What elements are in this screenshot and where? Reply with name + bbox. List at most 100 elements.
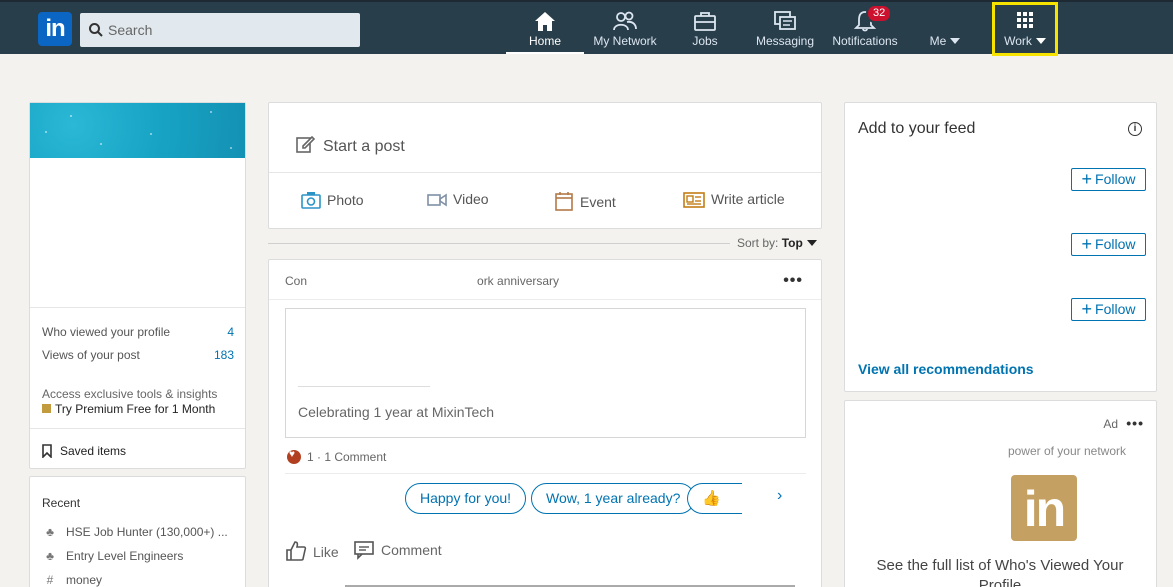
top-navbar: in Home My Network Jobs Messaging Notifi… bbox=[0, 0, 1173, 56]
write-article-button[interactable]: Write article bbox=[683, 191, 785, 208]
nav-home-label: Home bbox=[528, 34, 561, 48]
bookmark-icon bbox=[42, 444, 52, 458]
nav-home[interactable]: Home bbox=[506, 4, 584, 54]
post-header-end: ork anniversary bbox=[477, 274, 560, 288]
profile-card: Who viewed your profile 4 Views of your … bbox=[29, 102, 246, 469]
notification-badge: 32 bbox=[866, 4, 893, 23]
ad-subtitle: power of your network bbox=[1007, 444, 1126, 458]
recent-title: Recent bbox=[42, 496, 81, 510]
post-header: Con ork anniversary bbox=[285, 274, 559, 288]
edit-icon bbox=[296, 135, 316, 153]
article-icon bbox=[683, 192, 705, 208]
ad-label: Ad bbox=[1103, 417, 1118, 431]
comment-icon bbox=[354, 541, 374, 560]
photo-button[interactable]: Photo bbox=[301, 191, 364, 209]
group-icon: ♣ bbox=[46, 549, 54, 563]
chevron-down-icon bbox=[950, 38, 961, 44]
start-post-label: Start a post bbox=[323, 138, 405, 155]
follow-button[interactable]: + Follow bbox=[1071, 168, 1146, 191]
view-all-recommendations-link[interactable]: View all recommendations bbox=[858, 361, 1034, 377]
event-label: Event bbox=[580, 194, 616, 210]
comment-button[interactable]: Comment bbox=[353, 540, 442, 560]
profile-banner bbox=[30, 103, 245, 158]
search-icon bbox=[89, 23, 103, 37]
celebrating-text: Celebrating 1 year at MixinTech bbox=[298, 404, 495, 420]
chevron-right-icon[interactable]: › bbox=[777, 487, 782, 505]
nav-messaging[interactable]: Messaging bbox=[752, 4, 818, 54]
reactions-count[interactable]: 1 · 1 Comment bbox=[287, 449, 387, 464]
photo-label: Photo bbox=[327, 192, 364, 208]
nav-my-network[interactable]: My Network bbox=[588, 4, 662, 54]
feed-post-card: Con ork anniversary ••• Celebrating 1 yea… bbox=[268, 259, 822, 587]
like-button[interactable]: Like bbox=[285, 540, 339, 562]
nav-messaging-label: Messaging bbox=[755, 34, 815, 48]
post-header-start: Con bbox=[285, 274, 308, 288]
nav-my-network-label: My Network bbox=[593, 34, 657, 48]
nav-notifications[interactable]: Notifications 32 bbox=[828, 4, 902, 54]
nav-me-label: Me bbox=[929, 34, 947, 48]
nav-jobs-label: Jobs bbox=[692, 34, 718, 48]
follow-button[interactable]: + Follow bbox=[1071, 233, 1146, 256]
sort-divider bbox=[268, 243, 730, 244]
home-icon bbox=[535, 12, 555, 31]
sort-by-value: Top bbox=[781, 236, 803, 250]
briefcase-icon bbox=[694, 12, 716, 31]
thumbs-up-chip[interactable]: 👍 bbox=[687, 483, 742, 514]
linkedin-premium-logo[interactable]: in bbox=[1011, 475, 1077, 541]
chevron-down-icon bbox=[806, 240, 817, 246]
group-icon: ♣ bbox=[46, 525, 54, 539]
linkedin-logo[interactable]: in bbox=[38, 12, 72, 46]
ad-card: Ad ••• power of your network in See the … bbox=[844, 400, 1157, 587]
recent-card: Recent ♣ HSE Job Hunter (130,000+) ... ♣ E… bbox=[29, 476, 246, 587]
sort-by-label: Sort by: bbox=[737, 236, 779, 250]
reactions-text: 1 · 1 Comment bbox=[307, 450, 387, 464]
nav-me[interactable]: Me bbox=[920, 4, 970, 54]
share-box: Start a post Photo Video Event Write art… bbox=[268, 102, 822, 229]
hashtag-icon: # bbox=[46, 573, 54, 587]
work-highlight-box bbox=[992, 2, 1058, 56]
search-box[interactable] bbox=[80, 13, 360, 47]
recent-item[interactable]: ♣ Entry Level Engineers bbox=[42, 549, 183, 563]
premium-text: Access exclusive tools & insights bbox=[42, 387, 218, 401]
who-viewed-profile-row[interactable]: Who viewed your profile 4 bbox=[42, 325, 234, 339]
recent-item[interactable]: # money bbox=[42, 573, 102, 587]
video-icon bbox=[427, 193, 447, 207]
video-label: Video bbox=[453, 191, 489, 207]
post-views-label: Views of your post bbox=[42, 348, 140, 362]
messaging-icon bbox=[774, 11, 796, 30]
network-icon bbox=[613, 11, 637, 31]
video-button[interactable]: Video bbox=[427, 191, 489, 208]
suggestion-chip[interactable]: Happy for you! bbox=[405, 483, 527, 514]
saved-items-label: Saved items bbox=[60, 444, 127, 458]
nav-notifications-label: Notifications bbox=[832, 34, 898, 48]
comment-label: Comment bbox=[381, 542, 442, 558]
post-views-row[interactable]: Views of your post 183 bbox=[42, 348, 234, 362]
avatar-placeholder bbox=[920, 4, 970, 34]
camera-icon bbox=[301, 192, 321, 209]
follow-button[interactable]: + Follow bbox=[1071, 298, 1146, 321]
premium-link-label: Try Premium Free for 1 Month bbox=[55, 402, 216, 416]
add-to-feed-title: Add to your feed bbox=[858, 120, 976, 137]
who-viewed-label: Who viewed your profile bbox=[42, 325, 171, 339]
info-icon[interactable]: i bbox=[1128, 122, 1142, 136]
calendar-icon bbox=[555, 192, 573, 211]
more-options-icon[interactable]: ••• bbox=[1126, 415, 1144, 431]
post-views-count: 183 bbox=[213, 348, 234, 362]
suggestion-chip[interactable]: Wow, 1 year already? bbox=[531, 483, 696, 514]
start-post-button[interactable]: Start a post bbox=[295, 134, 405, 156]
sort-by-dropdown[interactable]: Sort by: Top bbox=[737, 236, 817, 250]
thumbs-up-icon: 👍 bbox=[702, 490, 721, 507]
recent-item[interactable]: ♣ HSE Job Hunter (130,000+) ... bbox=[42, 525, 228, 539]
like-label: Like bbox=[313, 544, 339, 560]
ad-text[interactable]: See the full list of Who's Viewed Your P… bbox=[865, 556, 1135, 587]
anniversary-box[interactable]: Celebrating 1 year at MixinTech bbox=[285, 308, 806, 438]
more-options-icon[interactable]: ••• bbox=[783, 272, 803, 290]
who-viewed-count: 4 bbox=[227, 325, 234, 339]
search-input[interactable] bbox=[108, 13, 353, 47]
event-button[interactable]: Event bbox=[554, 191, 616, 211]
heart-reaction-icon bbox=[287, 449, 301, 464]
premium-link[interactable]: Try Premium Free for 1 Month bbox=[42, 402, 215, 416]
nav-jobs[interactable]: Jobs bbox=[678, 4, 732, 54]
saved-items-link[interactable]: Saved items bbox=[42, 444, 126, 458]
premium-icon bbox=[42, 404, 51, 413]
